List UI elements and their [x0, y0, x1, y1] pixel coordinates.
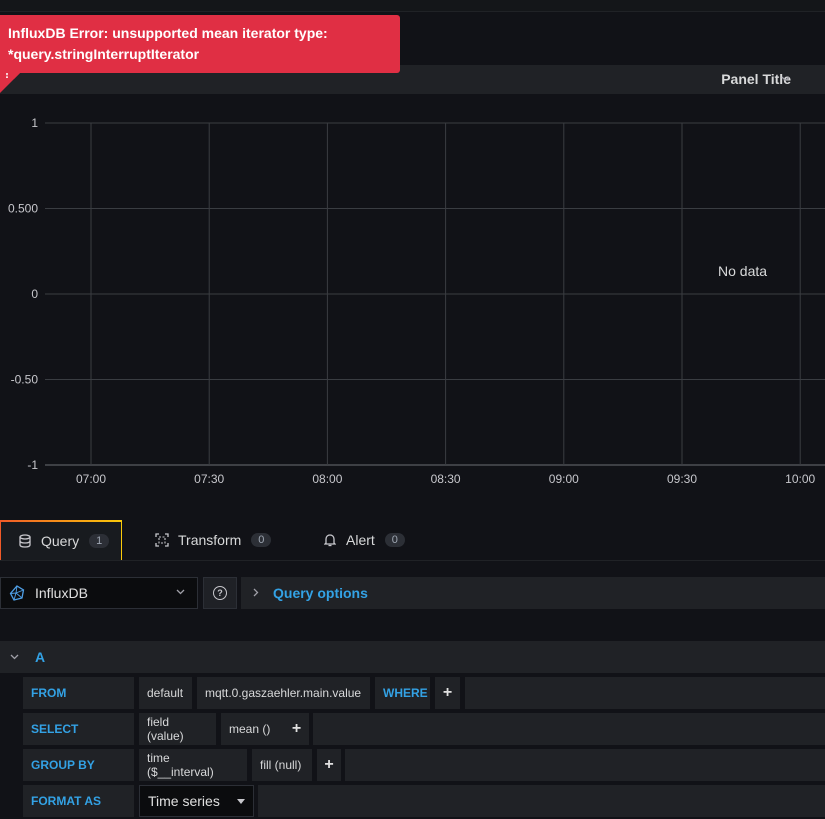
tab-query[interactable]: Query 1 — [0, 520, 122, 560]
groupby-keyword: GROUP BY — [23, 749, 134, 781]
groupby-row-filler — [345, 749, 825, 781]
x-tick-label: 10:00 — [785, 472, 815, 486]
query-ref-id[interactable]: A — [35, 649, 45, 665]
help-button[interactable]: ? — [203, 577, 237, 609]
query-options-label: Query options — [273, 585, 368, 601]
x-tick-label: 07:30 — [194, 472, 224, 486]
select-row-filler — [313, 713, 825, 745]
influxdb-icon — [9, 585, 25, 601]
x-tick-label: 08:30 — [431, 472, 461, 486]
format-value: Time series — [148, 793, 220, 809]
format-select[interactable]: Time series — [139, 785, 254, 817]
y-tick-label: -1 — [27, 458, 38, 472]
y-tick-label: 0.500 — [8, 202, 38, 216]
add-groupby-button[interactable]: + — [317, 749, 341, 781]
add-where-button[interactable]: + — [435, 677, 460, 709]
tab-alert-label: Alert — [346, 532, 375, 548]
format-keyword: FORMAT AS — [23, 785, 134, 817]
chevron-right-icon — [253, 586, 259, 600]
from-row-filler — [465, 677, 825, 709]
y-tick-label: -0.50 — [11, 373, 39, 387]
query-groupby-row: GROUP BY time ($__interval) fill (null) … — [23, 749, 825, 781]
measurement-segment[interactable]: mqtt.0.gaszaehler.main.value — [197, 677, 370, 709]
no-data-label: No data — [718, 263, 768, 279]
tab-alert-count: 0 — [384, 533, 405, 547]
graph-area: 1 0.500 0 -0.50 -1 07:00 07:30 08:00 08:30 09:00 0… — [8, 116, 825, 486]
error-message: InfluxDB Error: unsupported mean iterato… — [8, 25, 328, 62]
retention-policy-segment[interactable]: default — [139, 677, 192, 709]
query-format-row: FORMAT AS Time series — [23, 785, 825, 817]
caret-down-icon — [237, 796, 245, 806]
bell-icon — [322, 532, 338, 548]
where-keyword: WHERE — [375, 677, 430, 709]
tab-transform-count: 0 — [251, 533, 272, 547]
question-icon: ? — [213, 586, 227, 600]
database-icon — [17, 533, 33, 549]
field-segment[interactable]: field (value) — [139, 713, 216, 745]
chevron-down-icon — [176, 586, 185, 598]
format-row-filler — [258, 785, 825, 817]
y-tick-label: 0 — [31, 287, 38, 301]
query-from-row: FROM default mqtt.0.gaszaehler.main.valu… — [23, 677, 825, 709]
datasource-picker[interactable]: InfluxDB — [0, 577, 198, 609]
transform-icon — [154, 532, 170, 548]
fill-segment[interactable]: fill (null) — [252, 749, 312, 781]
tab-query-label: Query — [41, 533, 80, 549]
error-tooltip: InfluxDB Error: unsupported mean iterato… — [0, 15, 400, 73]
editor-tab-bar: Query 1 Transform 0 Alert 0 — [0, 502, 825, 561]
x-tick-label: 09:00 — [549, 472, 579, 486]
tab-alert[interactable]: Alert 0 — [322, 520, 405, 560]
query-select-row: SELECT field (value) mean () + — [23, 713, 825, 745]
time-interval-segment[interactable]: time ($__interval) — [139, 749, 247, 781]
error-tooltip-arrow — [8, 73, 20, 79]
tab-query-count: 1 — [89, 534, 110, 548]
query-options-toggle[interactable]: Query options — [241, 577, 825, 609]
x-tick-label: 07:00 — [76, 472, 106, 486]
tab-transform[interactable]: Transform 0 — [154, 520, 272, 560]
y-tick-label: 1 — [31, 116, 38, 130]
from-keyword: FROM — [23, 677, 134, 709]
add-select-button[interactable]: + — [284, 713, 309, 745]
datasource-name: InfluxDB — [35, 585, 88, 601]
select-keyword: SELECT — [23, 713, 134, 745]
chevron-down-icon[interactable] — [10, 652, 19, 663]
query-row-header[interactable]: A — [0, 641, 825, 673]
tab-transform-label: Transform — [178, 532, 242, 548]
x-tick-label: 09:30 — [667, 472, 697, 486]
x-tick-label: 08:00 — [312, 472, 342, 486]
